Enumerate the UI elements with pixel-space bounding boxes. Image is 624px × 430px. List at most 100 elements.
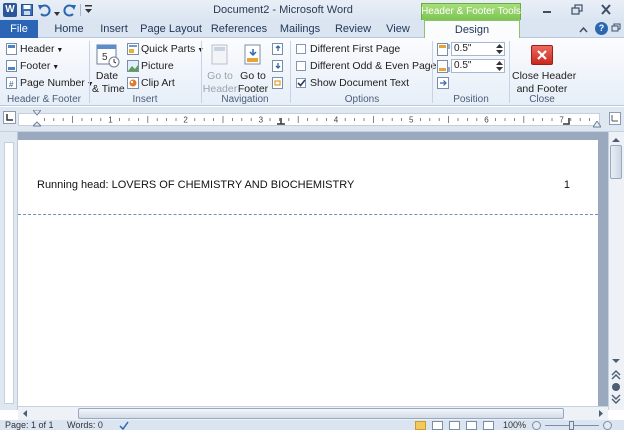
minimize-ribbon-icon[interactable] bbox=[579, 25, 588, 33]
picture-icon bbox=[127, 60, 139, 72]
zoom-out-icon[interactable] bbox=[532, 421, 541, 430]
horizontal-scroll-thumb[interactable] bbox=[78, 408, 564, 419]
redo-icon[interactable] bbox=[63, 3, 77, 17]
ribbon-group-separator bbox=[89, 41, 90, 103]
date-time-button[interactable]: Date & Time bbox=[92, 70, 125, 96]
different-first-page-checkbox[interactable] bbox=[296, 44, 306, 54]
zoom-level[interactable]: 100% bbox=[503, 421, 526, 430]
page-number-button[interactable]: Page Number ▼ bbox=[20, 77, 94, 91]
ruler-number: 4 bbox=[334, 116, 339, 125]
ribbon-group-separator bbox=[509, 41, 510, 103]
zoom-slider-thumb[interactable] bbox=[569, 421, 574, 430]
web-layout-view-icon[interactable] bbox=[449, 421, 460, 430]
footer-position-icon bbox=[437, 60, 450, 73]
scroll-right-icon[interactable] bbox=[597, 409, 605, 418]
quick-parts-label: Quick Parts bbox=[141, 43, 196, 55]
ruler-number: 6 bbox=[484, 116, 489, 125]
vertical-ruler[interactable] bbox=[0, 132, 18, 410]
status-page-count[interactable]: Page: 1 of 1 bbox=[5, 421, 54, 430]
quick-parts-button[interactable]: Quick Parts ▼ bbox=[141, 43, 204, 57]
scroll-up-icon[interactable] bbox=[611, 135, 621, 143]
outline-view-icon[interactable] bbox=[466, 421, 477, 430]
footer-icon bbox=[6, 60, 17, 72]
document-restore-icon[interactable] bbox=[611, 23, 622, 33]
next-section-icon[interactable] bbox=[272, 60, 285, 72]
tab-file[interactable]: File bbox=[0, 20, 38, 38]
tab-design[interactable]: Design bbox=[424, 20, 520, 39]
tab-review[interactable]: Review bbox=[332, 20, 374, 38]
indent-marker-icon[interactable] bbox=[31, 109, 43, 128]
undo-icon[interactable] bbox=[37, 3, 53, 17]
header-text[interactable]: Running head: LOVERS OF CHEMISTRY AND BI… bbox=[37, 178, 354, 192]
header-page-number[interactable]: 1 bbox=[560, 178, 570, 192]
group-label-position: Position bbox=[453, 94, 489, 105]
view-ruler-icon[interactable] bbox=[609, 112, 621, 125]
header-position-icon bbox=[437, 43, 450, 56]
group-label-navigation: Navigation bbox=[221, 94, 269, 105]
previous-page-icon[interactable] bbox=[610, 370, 622, 380]
ribbon-group-separator bbox=[290, 41, 291, 103]
qat-separator bbox=[80, 4, 81, 16]
proofing-icon[interactable] bbox=[119, 421, 129, 430]
show-document-text-label[interactable]: Show Document Text bbox=[310, 77, 409, 90]
group-label-insert: Insert bbox=[132, 94, 158, 105]
clip-art-icon bbox=[127, 77, 139, 89]
tab-home[interactable]: Home bbox=[48, 20, 90, 38]
link-to-previous-icon[interactable] bbox=[272, 77, 285, 89]
tab-selector-icon[interactable] bbox=[3, 111, 16, 124]
page-number-button-label: Page Number bbox=[20, 77, 85, 89]
different-odd-even-checkbox[interactable] bbox=[296, 61, 306, 71]
zoom-in-icon[interactable] bbox=[603, 421, 612, 430]
different-first-page-label[interactable]: Different First Page bbox=[310, 43, 400, 56]
header-button-label: Header bbox=[20, 43, 55, 55]
tab-page-layout[interactable]: Page Layout bbox=[140, 20, 202, 38]
undo-dropdown-icon[interactable] bbox=[54, 7, 60, 16]
draft-view-icon[interactable] bbox=[483, 421, 494, 430]
save-icon[interactable] bbox=[21, 4, 33, 16]
clip-art-button[interactable]: Clip Art bbox=[141, 77, 175, 90]
header-button[interactable]: Header ▼ bbox=[20, 43, 63, 57]
restore-icon[interactable] bbox=[571, 4, 583, 15]
tab-references[interactable]: References bbox=[208, 20, 270, 38]
go-to-header-button[interactable]: Go to Header bbox=[202, 70, 238, 96]
tab-mailings[interactable]: Mailings bbox=[277, 20, 323, 38]
footer-button[interactable]: Footer ▼ bbox=[20, 60, 59, 74]
scroll-left-icon[interactable] bbox=[21, 409, 29, 418]
different-odd-even-label[interactable]: Different Odd & Even Pages bbox=[310, 60, 442, 73]
window-title: Document2 - Microsoft Word bbox=[213, 4, 353, 16]
word-app-icon[interactable]: W bbox=[3, 3, 17, 17]
customize-qat-icon[interactable] bbox=[85, 5, 92, 14]
help-icon[interactable]: ? bbox=[595, 22, 608, 35]
insert-alignment-tab-icon[interactable] bbox=[437, 77, 450, 90]
close-window-icon[interactable] bbox=[599, 3, 613, 16]
right-tab-marker-icon[interactable] bbox=[563, 117, 571, 125]
date-time-label-line1: Date bbox=[95, 70, 119, 82]
chevron-down-icon: ▼ bbox=[195, 47, 205, 54]
header-boundary-line bbox=[18, 214, 598, 215]
spinner-arrows-icon[interactable] bbox=[496, 43, 503, 55]
close-header-footer-button[interactable]: Close Header and Footer bbox=[512, 70, 576, 96]
spinner-arrows-icon[interactable] bbox=[496, 60, 503, 72]
chevron-down-icon: ▼ bbox=[50, 64, 60, 71]
tab-insert[interactable]: Insert bbox=[93, 20, 135, 38]
scroll-down-icon[interactable] bbox=[611, 356, 621, 364]
show-document-text-checkbox[interactable] bbox=[296, 78, 306, 88]
right-indent-marker-icon[interactable] bbox=[592, 119, 602, 128]
picture-button[interactable]: Picture bbox=[141, 60, 174, 73]
full-screen-reading-view-icon[interactable] bbox=[432, 421, 443, 430]
select-browse-object-icon[interactable] bbox=[612, 383, 620, 391]
print-layout-view-icon[interactable] bbox=[415, 421, 426, 430]
go-to-footer-button[interactable]: Go to Footer bbox=[236, 70, 270, 96]
ruler-number: 5 bbox=[409, 116, 414, 125]
tab-view[interactable]: View bbox=[381, 20, 415, 38]
previous-section-icon[interactable] bbox=[272, 43, 285, 55]
group-label-options: Options bbox=[344, 94, 380, 105]
minimize-icon[interactable] bbox=[541, 5, 553, 15]
contextual-tab-group-label: Header & Footer Tools bbox=[421, 6, 521, 17]
footer-button-label: Footer bbox=[20, 60, 51, 72]
next-page-icon[interactable] bbox=[610, 394, 622, 404]
status-word-count[interactable]: Words: 0 bbox=[67, 421, 103, 430]
close-header-footer-icon bbox=[531, 45, 553, 65]
vertical-scroll-thumb[interactable] bbox=[610, 145, 622, 179]
center-tab-marker-icon[interactable] bbox=[277, 117, 285, 125]
